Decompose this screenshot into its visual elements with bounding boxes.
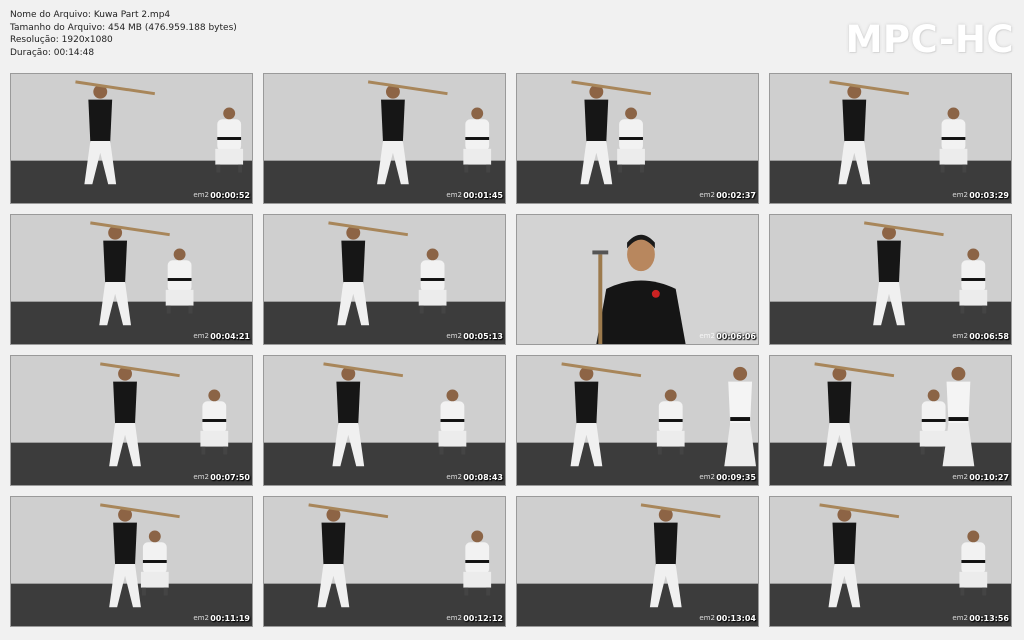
thumbnail-timestamp: 00:06:58: [969, 332, 1009, 341]
file-name: Nome do Arquivo: Kuwa Part 2.mp4: [10, 10, 171, 20]
video-thumbnail[interactable]: em2 00:02:37: [516, 73, 759, 204]
thumbnail-scene: [264, 215, 505, 344]
thumbnail-timestamp: 00:13:04: [716, 614, 756, 623]
thumbnail-scene: [770, 74, 1011, 203]
video-thumbnail[interactable]: em2 00:01:45: [263, 73, 506, 204]
thumbnail-timestamp: 00:02:37: [716, 191, 756, 200]
video-thumbnail[interactable]: em2 00:09:35: [516, 355, 759, 486]
thumbnail-timestamp: 00:07:50: [210, 473, 250, 482]
thumbnail-timestamp: 00:13:56: [969, 614, 1009, 623]
thumbnail-scene: [11, 74, 252, 203]
watermark: em2: [952, 473, 968, 481]
watermark: em2: [699, 332, 715, 340]
thumbnail-scene: [11, 356, 252, 485]
thumbnail-scene: [264, 74, 505, 203]
file-resolution: Resolução: 1920x1080: [10, 35, 113, 45]
watermark: em2: [952, 191, 968, 199]
video-thumbnail[interactable]: em2 00:13:56: [769, 496, 1012, 627]
thumbnail-scene: [264, 497, 505, 626]
thumbnail-timestamp: 00:04:21: [210, 332, 250, 341]
thumbnail-timestamp: 00:01:45: [463, 191, 503, 200]
thumbnail-timestamp: 00:12:12: [463, 614, 503, 623]
video-thumbnail[interactable]: em2 00:11:19: [10, 496, 253, 627]
mpc-hc-logo: MPC-HC: [845, 18, 1014, 61]
thumbnail-scene: [517, 215, 758, 344]
thumbnail-scene: [11, 497, 252, 626]
thumbnail-timestamp: 00:08:43: [463, 473, 503, 482]
thumbnail-scene: [770, 497, 1011, 626]
watermark: em2: [193, 332, 209, 340]
thumbnail-grid: em2 00:00:52 em2 00:01:45 em2 00:02:37 em2 00:0…: [10, 73, 1012, 627]
video-thumbnail[interactable]: em2 00:04:21: [10, 214, 253, 345]
video-thumbnail[interactable]: em2 00:12:12: [263, 496, 506, 627]
video-thumbnail[interactable]: em2 00:00:52: [10, 73, 253, 204]
thumbnail-scene: [517, 74, 758, 203]
video-thumbnail[interactable]: em2 00:13:04: [516, 496, 759, 627]
thumbnail-scene: [770, 215, 1011, 344]
thumbnail-scene: [11, 215, 252, 344]
watermark: em2: [699, 614, 715, 622]
file-info: Nome do Arquivo: Kuwa Part 2.mp4 Tamanho…: [10, 9, 237, 59]
watermark: em2: [193, 191, 209, 199]
video-thumbnail[interactable]: em2 00:03:29: [769, 73, 1012, 204]
watermark: em2: [446, 191, 462, 199]
thumbnail-scene: [770, 356, 1011, 485]
thumbnail-scene: [264, 356, 505, 485]
video-thumbnail[interactable]: em2 00:07:50: [10, 355, 253, 486]
watermark: em2: [952, 332, 968, 340]
thumbnail-timestamp: 00:00:52: [210, 191, 250, 200]
file-duration: Duração: 00:14:48: [10, 47, 95, 58]
watermark: em2: [446, 614, 462, 622]
video-thumbnail[interactable]: em2 00:06:58: [769, 214, 1012, 345]
thumbnail-timestamp: 00:03:29: [969, 191, 1009, 200]
thumbnail-scene: [517, 356, 758, 485]
thumbnail-timestamp: 00:09:35: [716, 473, 756, 482]
video-thumbnail[interactable]: em2 00:10:27: [769, 355, 1012, 486]
thumbnail-scene: [517, 497, 758, 626]
file-size: Tamanho do Arquivo: 454 MB (476.959.188 …: [10, 22, 237, 33]
video-thumbnail[interactable]: em2 00:08:43: [263, 355, 506, 486]
video-thumbnail[interactable]: em2 00:05:13: [263, 214, 506, 345]
watermark: em2: [446, 473, 462, 481]
watermark: em2: [446, 332, 462, 340]
thumbnail-timestamp: 00:05:13: [463, 332, 503, 341]
thumbnail-timestamp: 00:06:06: [716, 332, 756, 341]
watermark: em2: [193, 614, 209, 622]
watermark: em2: [952, 614, 968, 622]
thumbnail-timestamp: 00:10:27: [969, 473, 1009, 482]
thumbnail-timestamp: 00:11:19: [210, 614, 250, 623]
watermark: em2: [193, 473, 209, 481]
watermark: em2: [699, 473, 715, 481]
video-thumbnail[interactable]: em2 00:06:06: [516, 214, 759, 345]
watermark: em2: [699, 191, 715, 199]
